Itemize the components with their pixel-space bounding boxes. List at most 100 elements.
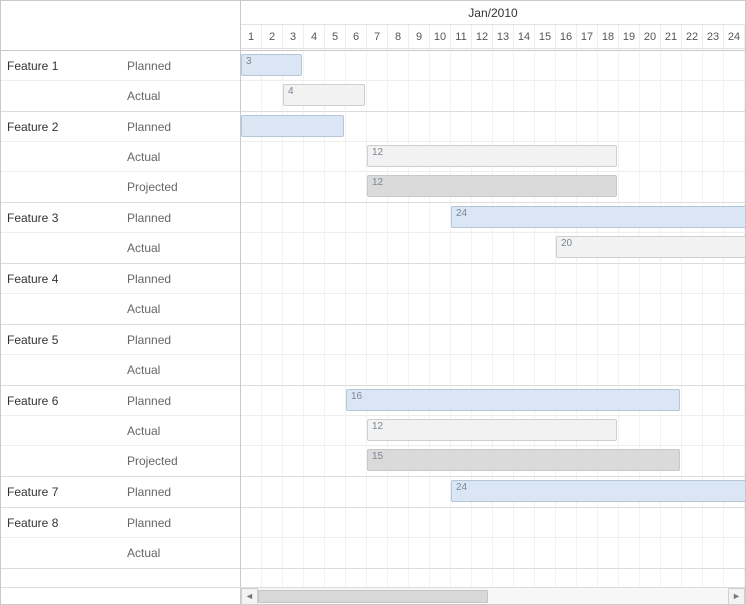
gantt-bar-actual[interactable]: 12 [367, 419, 617, 441]
timeline-row [241, 508, 745, 538]
side-row[interactable]: Feature 8Planned [1, 508, 240, 538]
gantt-timeline[interactable]: 3 4 12 12 24 20 16 12 15 24 [241, 51, 745, 587]
feature-group: Feature 2PlannedActualProjected [1, 112, 240, 203]
gantt-bar-planned[interactable]: 16 [346, 389, 680, 411]
track-label-cell: Planned [121, 203, 240, 232]
bar-duration-label: 15 [372, 451, 383, 462]
feature-name-cell: Feature 8 [1, 508, 121, 537]
side-row[interactable]: Actual [1, 142, 240, 172]
day-scale: 123456789101112131415161718192021222324 [241, 25, 745, 49]
side-row[interactable]: Projected [1, 172, 240, 202]
track-label-cell: Actual [121, 355, 240, 385]
gantt-bar-planned[interactable]: 24 [451, 206, 745, 228]
timeline-row: 15 [241, 446, 745, 476]
side-row[interactable]: Actual [1, 538, 240, 568]
month-label: Jan/2010 [241, 1, 745, 25]
timeline-row [241, 538, 745, 568]
side-row[interactable]: Feature 1Planned [1, 51, 240, 81]
timeline-row [241, 112, 745, 142]
timeline-rows: 3 4 12 12 24 20 16 12 15 24 [241, 51, 745, 587]
track-label-cell: Planned [121, 325, 240, 354]
track-label-cell: Planned [121, 112, 240, 141]
side-row[interactable]: Projected [1, 446, 240, 476]
timeline-group: 16 12 15 [241, 386, 745, 477]
gantt-bar-projected[interactable]: 12 [367, 175, 617, 197]
gantt-bar-actual[interactable]: 20 [556, 236, 745, 258]
day-column-header: 15 [535, 25, 556, 48]
gantt-bar-planned[interactable]: 3 [241, 54, 302, 76]
bar-duration-label: 24 [456, 208, 467, 219]
bar-duration-label: 16 [351, 391, 362, 402]
feature-name-cell: Feature 5 [1, 325, 121, 354]
timeline-row: 12 [241, 416, 745, 446]
track-label-cell: Planned [121, 264, 240, 293]
track-label-cell: Planned [121, 51, 240, 80]
day-column-header: 8 [388, 25, 409, 48]
timeline-row: 16 [241, 386, 745, 416]
feature-name-cell [1, 233, 121, 263]
feature-name-cell: Feature 7 [1, 477, 121, 507]
side-row[interactable]: Actual [1, 233, 240, 263]
day-column-header: 4 [304, 25, 325, 48]
side-row[interactable]: Actual [1, 294, 240, 324]
day-column-header: 14 [514, 25, 535, 48]
side-row[interactable]: Feature 3Planned [1, 203, 240, 233]
timeline-row: 3 [241, 51, 745, 81]
track-label-cell: Planned [121, 508, 240, 537]
day-column-header: 7 [367, 25, 388, 48]
timeline-row [241, 264, 745, 294]
timeline-group: 24 20 [241, 203, 745, 264]
scrollbar-track[interactable]: ◄ ► [241, 588, 745, 604]
day-column-header: 21 [661, 25, 682, 48]
bar-duration-label: 12 [372, 421, 383, 432]
day-column-header: 22 [682, 25, 703, 48]
bar-duration-label: 12 [372, 177, 383, 188]
side-row[interactable]: Actual [1, 416, 240, 446]
feature-name-cell [1, 355, 121, 385]
feature-name-cell [1, 81, 121, 111]
track-label-cell: Projected [121, 446, 240, 476]
side-row[interactable]: Feature 6Planned [1, 386, 240, 416]
feature-name-cell [1, 416, 121, 445]
day-column-header: 18 [598, 25, 619, 48]
timeline-row [241, 325, 745, 355]
timeline-group: 12 12 [241, 112, 745, 203]
feature-name-cell [1, 172, 121, 202]
timeline-row: 12 [241, 172, 745, 202]
track-label-cell: Planned [121, 386, 240, 415]
timeline-row [241, 355, 745, 385]
gantt-bar-projected[interactable]: 15 [367, 449, 680, 471]
gantt-bar-planned[interactable]: 24 [451, 480, 745, 502]
gantt-bar-actual[interactable]: 4 [283, 84, 365, 106]
timeline-group [241, 508, 745, 569]
day-column-header: 20 [640, 25, 661, 48]
day-column-header: 13 [493, 25, 514, 48]
side-row[interactable]: Feature 5Planned [1, 325, 240, 355]
day-column-header: 19 [619, 25, 640, 48]
gantt-bar-planned[interactable] [241, 115, 344, 137]
feature-name-cell [1, 142, 121, 171]
feature-group: Feature 5PlannedActual [1, 325, 240, 386]
scroll-left-button[interactable]: ◄ [241, 588, 258, 605]
track-label-cell: Actual [121, 142, 240, 171]
side-row[interactable]: Actual [1, 355, 240, 385]
timeline-row: 12 [241, 142, 745, 172]
scrollbar-thumb[interactable] [258, 590, 488, 603]
timeline-row: 24 [241, 477, 745, 507]
feature-name-cell: Feature 2 [1, 112, 121, 141]
feature-name-cell: Feature 4 [1, 264, 121, 293]
side-row[interactable]: Actual [1, 81, 240, 111]
side-row[interactable]: Feature 7Planned [1, 477, 240, 507]
scroll-right-button[interactable]: ► [728, 588, 745, 605]
track-label-cell: Projected [121, 172, 240, 202]
bar-duration-label: 3 [246, 56, 252, 67]
track-label-cell: Actual [121, 233, 240, 263]
day-column-header: 10 [430, 25, 451, 48]
timeline-header: Jan/2010 1234567891011121314151617181920… [241, 1, 745, 50]
gantt-bar-actual[interactable]: 12 [367, 145, 617, 167]
side-row[interactable]: Feature 4Planned [1, 264, 240, 294]
day-column-header: 16 [556, 25, 577, 48]
side-row[interactable]: Feature 2Planned [1, 112, 240, 142]
day-column-header: 6 [346, 25, 367, 48]
day-column-header: 23 [703, 25, 724, 48]
